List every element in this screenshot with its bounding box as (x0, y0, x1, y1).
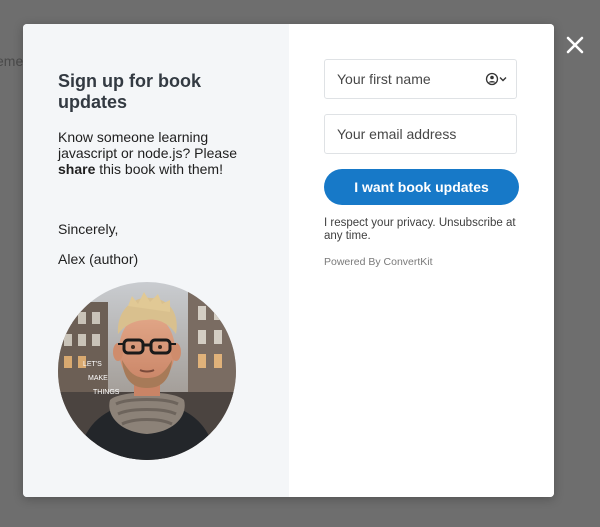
contact-autofill-icon[interactable] (485, 72, 509, 86)
avatar-sign-line: LET'S (83, 361, 102, 368)
sign-off: Sincerely, (58, 221, 119, 237)
submit-button[interactable]: I want book updates (324, 169, 519, 205)
close-icon (566, 36, 584, 54)
close-button[interactable] (563, 33, 587, 57)
author-avatar: LET'S MAKE THINGS (58, 282, 236, 460)
description-text-2: this book with them! (95, 161, 223, 177)
modal-right-panel: I want book updates I respect your priva… (289, 24, 554, 497)
privacy-notice: I respect your privacy. Unsubscribe at a… (324, 217, 516, 242)
signup-modal: Sign up for book updates Know someone le… (23, 24, 554, 497)
modal-description: Know someone learning javascript or node… (58, 129, 258, 177)
description-share-bold: share (58, 161, 96, 177)
avatar-sign-line: THINGS (93, 389, 120, 396)
author-name: Alex (author) (58, 251, 139, 267)
background-page-text: eme (0, 53, 24, 69)
description-text-1: Know someone learning javascript or node… (58, 129, 237, 161)
modal-heading: Sign up for book updates (58, 71, 201, 112)
modal-left-panel: Sign up for book updates Know someone le… (23, 24, 289, 497)
avatar-sign-line: MAKE (88, 375, 108, 382)
email-input[interactable] (324, 114, 517, 154)
powered-by-link[interactable]: Powered By ConvertKit (324, 256, 433, 268)
